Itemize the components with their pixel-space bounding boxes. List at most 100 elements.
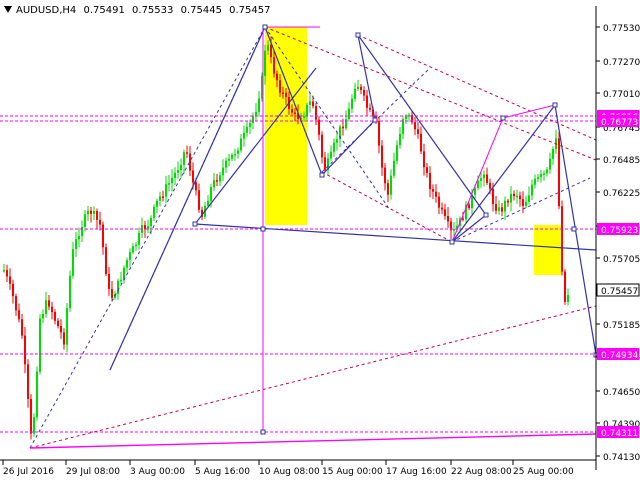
anchor-point xyxy=(260,429,266,435)
candle-body xyxy=(129,252,131,261)
candle-body xyxy=(558,138,560,207)
candle-body xyxy=(39,318,41,372)
candle-body xyxy=(273,57,275,74)
candle-body xyxy=(225,160,227,168)
candle-body xyxy=(57,320,59,327)
candle-body xyxy=(186,152,188,154)
candle-body xyxy=(534,178,536,185)
candle-body xyxy=(408,114,410,117)
candle-body xyxy=(390,175,392,195)
candle-body xyxy=(198,190,200,210)
candle-body xyxy=(528,195,530,202)
candle-body xyxy=(507,200,509,203)
candle-body xyxy=(216,180,218,182)
x-tick-label: 22 Aug 08:00 xyxy=(451,467,512,477)
candle-body xyxy=(81,226,83,237)
x-tick-label: 29 Jul 08:00 xyxy=(66,467,120,477)
candle-body xyxy=(549,158,551,170)
candle-body xyxy=(504,200,506,212)
candle-body xyxy=(210,187,212,201)
candle-body xyxy=(132,246,134,253)
candle-body xyxy=(90,210,92,214)
candle-body xyxy=(330,151,332,159)
candle-body xyxy=(552,148,554,159)
highlight-zone-2 xyxy=(534,225,562,275)
candle-body xyxy=(234,153,236,156)
candle-body xyxy=(357,86,359,89)
anchor-point xyxy=(262,24,268,30)
candle-body xyxy=(60,326,62,333)
candle-body xyxy=(486,174,488,183)
candle-body xyxy=(195,182,197,191)
candle-body xyxy=(117,280,119,294)
candle-body xyxy=(537,177,539,179)
level-label: 0.76773 xyxy=(601,118,638,128)
candle-body xyxy=(105,247,107,274)
candle-body xyxy=(156,200,158,207)
candle-body xyxy=(285,92,287,97)
candle-body xyxy=(240,138,242,151)
y-tick-label: 0.77010 xyxy=(603,90,640,100)
candle-body xyxy=(444,209,446,217)
y-tick-label: 0.74130 xyxy=(603,453,640,463)
anchor-point xyxy=(192,221,198,227)
level-label: 0.74311 xyxy=(601,429,638,439)
candle-body xyxy=(126,260,128,268)
candle-body xyxy=(567,295,569,302)
x-tick-label: 10 Aug 08:00 xyxy=(259,467,320,477)
candle-body xyxy=(12,283,14,297)
x-tick-label: 5 Aug 16:00 xyxy=(195,467,250,477)
candle-body xyxy=(168,183,170,185)
candle-body xyxy=(492,188,494,205)
candle-body xyxy=(87,210,89,215)
candle-body xyxy=(54,312,56,321)
candle-body xyxy=(258,98,260,112)
candle-body xyxy=(84,214,86,227)
candle-body xyxy=(381,145,383,168)
candle-body xyxy=(219,175,221,182)
candle-body xyxy=(42,313,44,319)
candle-body xyxy=(561,206,563,272)
current-price-label: 0.75457 xyxy=(601,287,638,297)
y-tick-label: 0.76225 xyxy=(603,189,640,199)
candle-body xyxy=(96,211,98,220)
candle-body xyxy=(36,371,38,418)
candle-body xyxy=(429,172,431,190)
candle-body xyxy=(519,195,521,200)
candle-body xyxy=(45,300,47,314)
candle-body xyxy=(174,172,176,178)
candle-body xyxy=(309,101,311,105)
candle-body xyxy=(543,173,545,175)
candle-body xyxy=(495,204,497,211)
level-label: 0.74934 xyxy=(601,351,638,361)
candle-body xyxy=(318,119,320,135)
candle-body xyxy=(531,184,533,196)
candle-body xyxy=(393,160,395,176)
chart-svg: 0.775300.772700.770100.767450.764850.762… xyxy=(0,0,640,480)
candle-body xyxy=(294,112,296,115)
candle-body xyxy=(213,180,215,188)
candle-body xyxy=(228,158,230,161)
candle-body xyxy=(306,104,308,116)
candle-body xyxy=(510,193,512,203)
candle-body xyxy=(564,271,566,302)
candle-body xyxy=(63,332,65,345)
candle-body xyxy=(384,167,386,184)
candle-body xyxy=(270,44,272,58)
candle-body xyxy=(69,275,71,309)
candle-body xyxy=(480,178,482,181)
ohlc-close: 0.75457 xyxy=(229,5,270,16)
candle-body xyxy=(501,207,503,212)
candle-body xyxy=(279,80,281,93)
candle-body xyxy=(405,116,407,120)
anchor-point xyxy=(571,226,577,232)
candle-body xyxy=(348,108,350,120)
candle-body xyxy=(477,180,479,189)
candle-body xyxy=(111,289,113,298)
y-tick-label: 0.75185 xyxy=(603,321,640,331)
anchor-point xyxy=(483,212,489,218)
candle-body xyxy=(252,116,254,123)
x-tick-label: 15 Aug 00:00 xyxy=(322,467,383,477)
candle-body xyxy=(438,196,440,208)
candle-body xyxy=(321,134,323,158)
